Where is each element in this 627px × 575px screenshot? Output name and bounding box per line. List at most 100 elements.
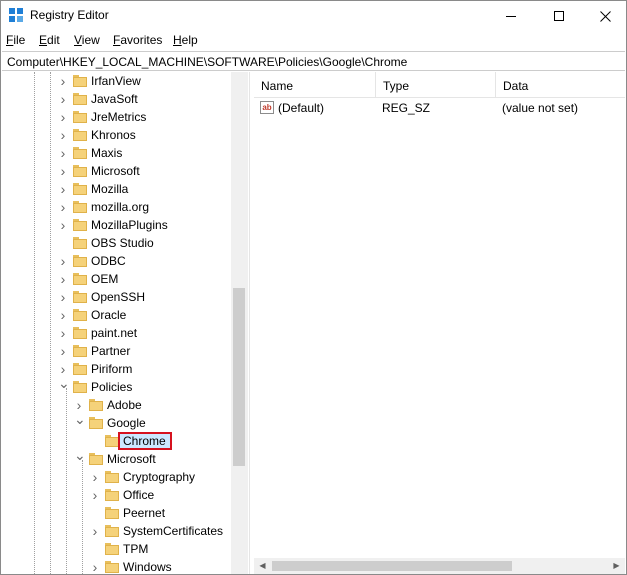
tree-node-irfanview[interactable]: › IrfanView [1, 72, 231, 90]
menu-file[interactable]: File [6, 33, 25, 47]
tree-node-khronos[interactable]: › Khronos [1, 126, 231, 144]
chevron-right-icon[interactable]: › [58, 326, 68, 340]
tree-node-mozilla-org[interactable]: › mozilla.org [1, 198, 231, 216]
chevron-right-icon[interactable]: › [58, 362, 68, 376]
close-icon [599, 10, 611, 22]
chevron-right-icon[interactable]: › [58, 200, 68, 214]
tree-node-adobe[interactable]: › Adobe [1, 396, 231, 414]
tree-node-javasoft[interactable]: › JavaSoft [1, 90, 231, 108]
maximize-button[interactable] [536, 1, 582, 31]
column-header-data[interactable]: Data [496, 72, 625, 98]
menu-edit[interactable]: Edit [39, 33, 60, 47]
menu-view[interactable]: View [74, 33, 100, 47]
chevron-right-icon[interactable]: › [58, 308, 68, 322]
chevron-right-icon[interactable]: › [58, 128, 68, 142]
address-bar[interactable]: Computer\HKEY_LOCAL_MACHINE\SOFTWARE\Pol… [2, 51, 625, 71]
key-tree[interactable]: › IrfanView › JavaSoft › JreMetrics › Khronos › M… [1, 72, 249, 574]
maximize-icon [554, 11, 564, 21]
tree-node-maxis[interactable]: › Maxis [1, 144, 231, 162]
tree-node-label: Piriform [91, 362, 133, 376]
tree-node-mozillaplugins[interactable]: › MozillaPlugins [1, 216, 231, 234]
minimize-icon [506, 15, 516, 17]
value-row-default[interactable]: ab (Default) REG_SZ (value not set) [254, 98, 625, 118]
tree-node-cryptography[interactable]: › Cryptography [1, 468, 231, 486]
tree-node-microsoft[interactable]: › Microsoft [1, 162, 231, 180]
tree-node-policies[interactable]: ⌄ Policies [1, 376, 231, 396]
tree-node-label: Microsoft [107, 452, 156, 466]
chevron-right-icon[interactable]: › [58, 290, 68, 304]
chevron-down-icon[interactable]: ⌄ [74, 448, 86, 462]
tree-scrollbar-thumb[interactable] [233, 288, 245, 466]
chevron-right-icon[interactable]: › [90, 560, 100, 574]
column-header-name[interactable]: Name [254, 72, 376, 98]
chevron-right-icon[interactable]: › [58, 74, 68, 88]
tree-node-partner[interactable]: › Partner [1, 342, 231, 360]
scroll-right-icon[interactable]: ▶ [609, 559, 624, 573]
list-horizontal-scrollbar[interactable]: ◀ ▶ [254, 558, 625, 574]
value-data: (value not set) [502, 101, 579, 115]
tree-node-microsoft[interactable]: ⌄ Microsoft [1, 448, 231, 468]
folder-icon [73, 381, 87, 393]
column-header-type[interactable]: Type [376, 72, 496, 98]
chevron-right-icon[interactable]: › [58, 182, 68, 196]
folder-icon [89, 453, 103, 465]
scroll-left-icon[interactable]: ◀ [255, 559, 270, 573]
tree-node-piriform[interactable]: › Piriform [1, 360, 231, 378]
minimize-button[interactable] [488, 1, 534, 31]
list-scrollbar-thumb[interactable] [272, 561, 512, 571]
tree-node-label: JreMetrics [91, 110, 147, 124]
tree-node-label: Adobe [107, 398, 142, 412]
tree-node-systemcertificates[interactable]: › SystemCertificates [1, 522, 231, 540]
tree-node-label: Peernet [123, 506, 166, 520]
chevron-right-icon[interactable]: › [90, 524, 100, 538]
chevron-right-icon[interactable]: › [58, 92, 68, 106]
folder-icon [73, 291, 87, 303]
tree-node-oem[interactable]: › OEM [1, 270, 231, 288]
chevron-right-icon[interactable]: › [58, 164, 68, 178]
menu-favorites[interactable]: Favorites [113, 33, 162, 47]
chevron-down-icon[interactable]: ⌄ [58, 376, 70, 390]
tree-node-paint-net[interactable]: › paint.net [1, 324, 231, 342]
tree-node-odbc[interactable]: › ODBC [1, 252, 231, 270]
registry-editor-window: Registry Editor File Edit View Favorites Hel… [0, 0, 627, 575]
title-bar[interactable]: Registry Editor [1, 1, 626, 31]
tree-node-chrome[interactable]: Chrome [1, 432, 231, 450]
tree-node-tpm[interactable]: TPM [1, 540, 231, 558]
registry-editor-app-icon [9, 8, 24, 23]
chevron-right-icon[interactable]: › [90, 470, 100, 484]
chevron-right-icon[interactable]: › [58, 110, 68, 124]
tree-node-label: Mozilla [91, 182, 129, 196]
chevron-down-icon[interactable]: ⌄ [74, 412, 86, 426]
folder-icon [73, 129, 87, 141]
folder-icon [73, 327, 87, 339]
tree-node-label: JavaSoft [91, 92, 138, 106]
chevron-right-icon[interactable]: › [74, 398, 84, 412]
chevron-right-icon[interactable]: › [58, 344, 68, 358]
tree-node-openssh[interactable]: › OpenSSH [1, 288, 231, 306]
menu-help[interactable]: Help [173, 33, 198, 47]
tree-node-peernet[interactable]: Peernet [1, 504, 231, 522]
chevron-right-icon[interactable]: › [58, 218, 68, 232]
tree-node-oracle[interactable]: › Oracle [1, 306, 231, 324]
tree-node-office[interactable]: › Office [1, 486, 231, 504]
tree-node-label: ODBC [91, 254, 126, 268]
folder-icon [73, 147, 87, 159]
address-path[interactable]: Computer\HKEY_LOCAL_MACHINE\SOFTWARE\Pol… [7, 55, 407, 69]
tree-node-label: Cryptography [123, 470, 196, 484]
folder-icon [73, 183, 87, 195]
close-button[interactable] [582, 1, 627, 31]
chevron-right-icon[interactable]: › [58, 254, 68, 268]
chevron-right-icon[interactable]: › [58, 272, 68, 286]
values-list[interactable]: Name Type Data ab (Default) REG_SZ (valu… [254, 72, 625, 574]
tree-node-windows[interactable]: › Windows [1, 558, 231, 574]
tree-node-google[interactable]: ⌄ Google [1, 412, 231, 432]
tree-node-label: mozilla.org [91, 200, 150, 214]
chevron-right-icon[interactable]: › [90, 488, 100, 502]
tree-vertical-scrollbar[interactable] [231, 72, 248, 574]
chevron-right-icon[interactable]: › [58, 146, 68, 160]
folder-icon [73, 273, 87, 285]
tree-node-jremetrics[interactable]: › JreMetrics [1, 108, 231, 126]
tree-node-mozilla[interactable]: › Mozilla [1, 180, 231, 198]
tree-node-obs-studio[interactable]: OBS Studio [1, 234, 231, 252]
tree-node-label: Microsoft [91, 164, 140, 178]
